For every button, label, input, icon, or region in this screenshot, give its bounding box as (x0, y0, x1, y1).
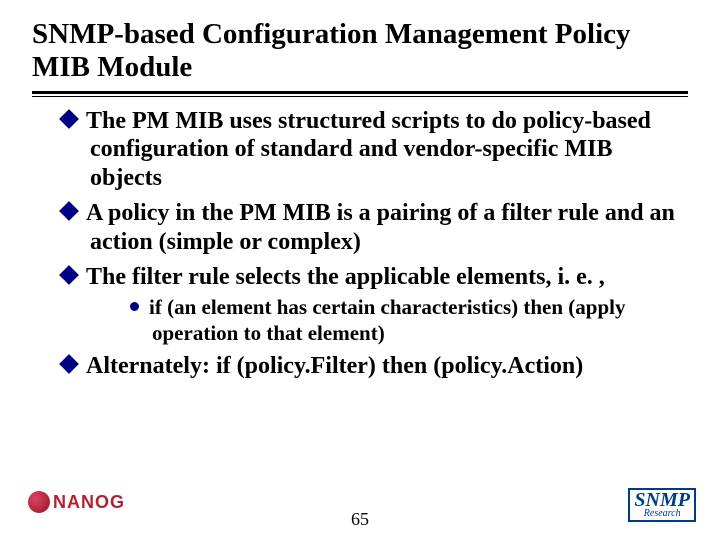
diamond-icon (59, 109, 79, 129)
bullet-item: The filter rule selects the applicable e… (62, 263, 688, 346)
dot-icon (130, 302, 139, 311)
snmp-logo: SNMP Research (628, 488, 696, 522)
bullet-item: The PM MIB uses structured scripts to do… (62, 107, 688, 193)
sub-bullet-text: if (an element has certain characteristi… (149, 295, 626, 344)
slide: SNMP-based Configuration Management Poli… (0, 0, 720, 540)
snmp-logo-text: SNMP (634, 491, 690, 509)
bullet-text: The PM MIB uses structured scripts to do… (86, 108, 651, 192)
bullet-item: A policy in the PM MIB is a pairing of a… (62, 199, 688, 257)
bullet-text: The filter rule selects the applicable e… (86, 264, 605, 290)
bullet-list: The PM MIB uses structured scripts to do… (32, 107, 688, 381)
bullet-item: Alternately: if (policy.Filter) then (po… (62, 352, 688, 381)
diamond-icon (59, 201, 79, 221)
slide-footer: NANOG 65 SNMP Research (0, 480, 720, 526)
bullet-text: A policy in the PM MIB is a pairing of a… (86, 200, 675, 255)
bullet-text: Alternately: if (policy.Filter) then (po… (86, 353, 583, 379)
sub-bullet-list: if (an element has certain characteristi… (90, 295, 688, 345)
slide-title: SNMP-based Configuration Management Poli… (32, 18, 688, 85)
page-number: 65 (0, 509, 720, 530)
sub-bullet-item: if (an element has certain characteristi… (130, 295, 688, 345)
diamond-icon (59, 354, 79, 374)
title-rule (32, 91, 688, 97)
slide-content: The PM MIB uses structured scripts to do… (32, 107, 688, 381)
diamond-icon (59, 265, 79, 285)
